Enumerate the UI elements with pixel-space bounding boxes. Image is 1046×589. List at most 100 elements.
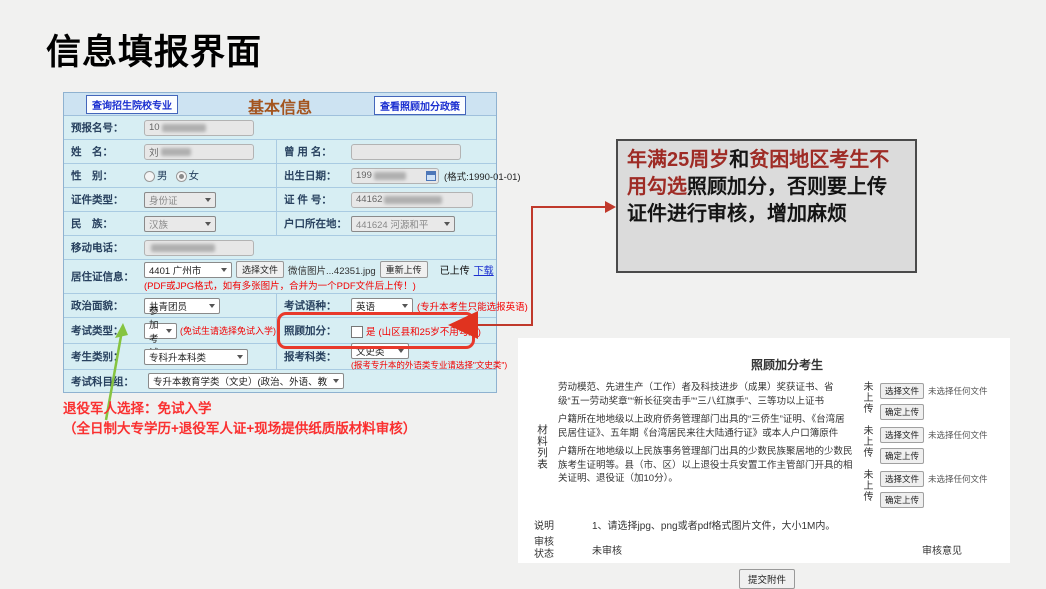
id-type-select[interactable]: 身份证 (144, 192, 216, 208)
calendar-icon[interactable] (426, 171, 436, 181)
radio-male-icon[interactable] (144, 171, 155, 182)
audit-status-value: 未审核 (592, 542, 622, 557)
exam-type-note: (免试生请选择免试入学) (180, 324, 276, 337)
subject-label: 报考科类： (277, 349, 351, 364)
chevron-down-icon (205, 222, 211, 226)
residence-city-select[interactable]: 4401 广州市 (144, 262, 232, 278)
form-header: 查询招生院校专业 基本信息 查看照顾加分政策 (64, 93, 496, 116)
political-label: 政治面貌： (64, 298, 144, 313)
exam-lang-value: 英语 (356, 299, 375, 313)
view-bonus-policy-button[interactable]: 查看照顾加分政策 (374, 96, 466, 115)
bonus-checkbox[interactable] (351, 326, 363, 338)
birth-format-hint: (格式:1990-01-01) (444, 169, 521, 183)
chevron-down-icon (166, 329, 172, 333)
query-colleges-button[interactable]: 查询招生院校专业 (86, 95, 178, 114)
subject-group-value: 专升本教育学类（文史）(政治、外语、教育理论) (153, 374, 328, 388)
bonus-panel: 照顾加分考生 材料列表 劳动模范、先进生产（工作）者及科技进步（成果）奖获证书、… (518, 338, 1010, 563)
radio-female-icon[interactable] (176, 171, 187, 182)
birth-value: 199 (356, 170, 372, 181)
materials-list-label: 材料列表 (534, 424, 550, 470)
ethnic-select[interactable]: 汉族 (144, 216, 216, 232)
note-label: 说明 (534, 517, 568, 532)
phone-label: 移动电话： (64, 240, 144, 255)
basic-info-form: 查询招生院校专业 基本信息 查看照顾加分政策 预报名号： 10 姓 名： 刘 曾… (63, 92, 497, 393)
bonus-panel-title: 照顾加分考生 (574, 356, 1000, 373)
choose-file-button[interactable]: 选择文件 (880, 471, 924, 487)
choose-file-button[interactable]: 选择文件 (236, 261, 284, 278)
row-ethnic-hukou: 民 族： 汉族 户口所在地： 441624 河源和平 (64, 212, 496, 236)
hukou-value: 441624 河源和平 (356, 217, 428, 231)
confirm-upload-button[interactable]: 确定上传 (880, 404, 924, 420)
prereg-input[interactable]: 10 (144, 120, 254, 136)
birth-label: 出生日期： (277, 168, 351, 183)
material-item: 户籍所在地地级以上民族事务管理部门出具的少数民族聚居地的少数民族考生证明等。县（… (558, 445, 854, 486)
exam-type-select[interactable]: 参加考试 (144, 323, 177, 339)
confirm-upload-button[interactable]: 确定上传 (880, 448, 924, 464)
former-name-label: 曾 用 名： (277, 144, 351, 159)
choose-file-button[interactable]: 选择文件 (880, 383, 924, 399)
row-category-subject: 考生类别： 专科升本科类 报考科类： 文史类 (报考专升本的外语类专业请选择"文… (64, 344, 496, 370)
bonus-yes-label: 是 (366, 324, 376, 338)
chevron-down-icon (205, 198, 211, 202)
subject-select[interactable]: 文史类 (351, 343, 409, 359)
former-name-input[interactable] (351, 144, 461, 160)
audit-status-label: 审核状态 (534, 537, 558, 561)
row-id: 证件类型： 身份证 证 件 号： 44162 (64, 188, 496, 212)
chevron-down-icon (221, 268, 227, 272)
residence-city-value: 4401 广州市 (149, 263, 201, 277)
row-examtype-bonus: 考试类型： 参加考试 (免试生请选择免试入学) 照顾加分： 是 (山区县和25岁… (64, 318, 496, 344)
subject-group-select[interactable]: 专升本教育学类（文史）(政治、外语、教育理论) (148, 373, 344, 389)
submit-attachments-button[interactable]: 提交附件 (739, 569, 795, 589)
choose-file-button[interactable]: 选择文件 (880, 427, 924, 443)
row-name: 姓 名： 刘 曾 用 名： (64, 140, 496, 164)
chevron-down-icon (333, 379, 339, 383)
uploaded-status: 已上传 (440, 262, 470, 277)
reupload-button[interactable]: 重新上传 (380, 261, 428, 278)
form-title: 基本信息 (248, 94, 312, 118)
subject-note: (报考专升本的外语类专业请选择"文史类") (351, 359, 507, 371)
category-value: 专科升本科类 (149, 350, 206, 364)
exam-type-label: 考试类型： (64, 323, 144, 338)
no-file-text: 未选择任何文件 (928, 429, 988, 441)
row-political-lang: 政治面貌： 共青团员 考试语种： 英语 (专升本考生只能选报英语) (64, 294, 496, 318)
subject-value: 文史类 (356, 344, 385, 358)
row-prereg-no: 预报名号： 10 (64, 116, 496, 140)
ethnic-label: 民 族： (64, 216, 144, 231)
phone-input[interactable] (144, 240, 254, 256)
subject-group-label: 考试科目组： (64, 374, 148, 389)
material-item: 户籍所在地地级以上政府侨务管理部门出具的“三侨生”证明、《台湾居民居住证》、五年… (558, 413, 854, 440)
upload-group-1: 未上传 选择文件 未选择任何文件 确定上传 (860, 381, 1000, 420)
gender-female-label: 女 (189, 168, 200, 183)
veteran-note-line1: 退役军人选择：免试入学 (63, 399, 416, 419)
upload-group-2: 未上传 选择文件 未选择任何文件 确定上传 (860, 425, 1000, 464)
name-input[interactable]: 刘 (144, 144, 254, 160)
audit-opinion-label: 审核意见 (922, 542, 962, 557)
id-type-label: 证件类型： (64, 192, 144, 207)
upload-group-3: 未上传 选择文件 未选择任何文件 确定上传 (860, 469, 1000, 508)
download-link[interactable]: 下载 (474, 262, 494, 277)
name-label: 姓 名： (64, 144, 144, 159)
no-file-text: 未选择任何文件 (928, 385, 988, 397)
id-type-value: 身份证 (149, 193, 178, 207)
note-text: 1、请选择jpg、png或者pdf格式图片文件，大小1M内。 (592, 517, 835, 532)
upload-status-label: 未上传 (860, 425, 874, 464)
gender-male-label: 男 (157, 168, 168, 183)
exam-lang-select[interactable]: 英语 (351, 298, 413, 314)
hukou-label: 户口所在地： (277, 216, 351, 231)
chevron-down-icon (209, 304, 215, 308)
birth-input[interactable]: 199 (351, 168, 439, 184)
id-no-input[interactable]: 44162 (351, 192, 473, 208)
redacted-value (384, 196, 442, 204)
id-no-label: 证 件 号： (277, 192, 351, 207)
prereg-label: 预报名号： (64, 120, 144, 135)
hukou-select[interactable]: 441624 河源和平 (351, 216, 455, 232)
category-select[interactable]: 专科升本科类 (144, 349, 248, 365)
ethnic-value: 汉族 (149, 217, 168, 231)
no-file-text: 未选择任何文件 (928, 473, 988, 485)
residence-filename: 微信图片...42351.jpg (288, 263, 376, 277)
confirm-upload-button[interactable]: 确定上传 (880, 492, 924, 508)
prereg-value: 10 (149, 122, 160, 133)
id-no-value: 44162 (356, 194, 382, 205)
row-phone: 移动电话： (64, 236, 496, 260)
redacted-value (151, 244, 215, 252)
